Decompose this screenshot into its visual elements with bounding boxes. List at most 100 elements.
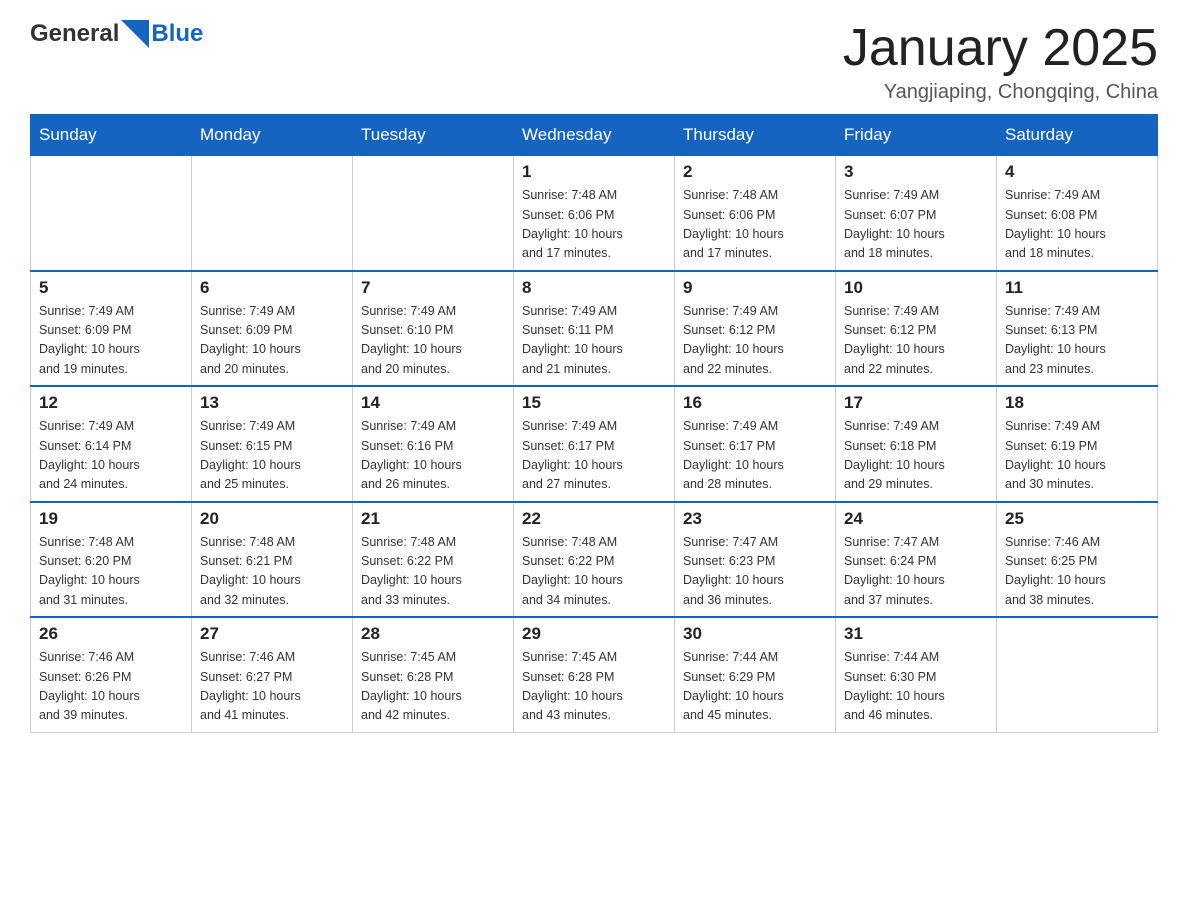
day-info: Sunrise: 7:49 AMSunset: 6:17 PMDaylight:…: [683, 417, 827, 495]
calendar-cell: 9 Sunrise: 7:49 AMSunset: 6:12 PMDaylight…: [675, 271, 836, 387]
logo-triangle-icon: [121, 20, 149, 48]
calendar-cell: [997, 617, 1158, 732]
calendar-cell: 24 Sunrise: 7:47 AMSunset: 6:24 PMDayligh…: [836, 502, 997, 618]
day-number: 2: [683, 162, 827, 182]
day-number: 24: [844, 509, 988, 529]
day-info: Sunrise: 7:48 AMSunset: 6:22 PMDaylight:…: [522, 533, 666, 611]
day-info: Sunrise: 7:49 AMSunset: 6:19 PMDaylight:…: [1005, 417, 1149, 495]
day-number: 27: [200, 624, 344, 644]
location: Yangjiaping, Chongqing, China: [843, 81, 1158, 104]
day-info: Sunrise: 7:49 AMSunset: 6:08 PMDaylight:…: [1005, 186, 1149, 264]
calendar-cell: 10Sunrise: 7:49 AMSunset: 6:12 PMDayligh…: [836, 271, 997, 387]
calendar-cell: 1 Sunrise: 7:48 AMSunset: 6:06 PMDaylight…: [514, 156, 675, 271]
calendar-cell: 23 Sunrise: 7:47 AMSunset: 6:23 PMDayligh…: [675, 502, 836, 618]
calendar-cell: 18 Sunrise: 7:49 AMSunset: 6:19 PMDayligh…: [997, 386, 1158, 502]
day-number: 15: [522, 393, 666, 413]
weekday-header-tuesday: Tuesday: [353, 115, 514, 156]
logo: General Blue: [30, 20, 203, 48]
calendar-cell: 4 Sunrise: 7:49 AMSunset: 6:08 PMDaylight…: [997, 156, 1158, 271]
calendar-week-row: 19 Sunrise: 7:48 AMSunset: 6:20 PMDayligh…: [31, 502, 1158, 618]
day-number: 12: [39, 393, 183, 413]
day-number: 18: [1005, 393, 1149, 413]
day-info: Sunrise: 7:48 AMSunset: 6:21 PMDaylight:…: [200, 533, 344, 611]
day-info: Sunrise: 7:44 AMSunset: 6:30 PMDaylight:…: [844, 648, 988, 726]
day-number: 9: [683, 278, 827, 298]
day-number: 19: [39, 509, 183, 529]
calendar-cell: 13 Sunrise: 7:49 AMSunset: 6:15 PMDayligh…: [192, 386, 353, 502]
calendar-cell: 25 Sunrise: 7:46 AMSunset: 6:25 PMDayligh…: [997, 502, 1158, 618]
calendar-cell: 17 Sunrise: 7:49 AMSunset: 6:18 PMDayligh…: [836, 386, 997, 502]
title-block: January 2025 Yangjiaping, Chongqing, Chi…: [843, 20, 1158, 104]
day-number: 4: [1005, 162, 1149, 182]
calendar-cell: 30Sunrise: 7:44 AMSunset: 6:29 PMDayligh…: [675, 617, 836, 732]
day-number: 1: [522, 162, 666, 182]
weekday-header-wednesday: Wednesday: [514, 115, 675, 156]
calendar-cell: 11 Sunrise: 7:49 AMSunset: 6:13 PMDayligh…: [997, 271, 1158, 387]
day-number: 28: [361, 624, 505, 644]
day-number: 23: [683, 509, 827, 529]
calendar-cell: 6Sunrise: 7:49 AMSunset: 6:09 PMDaylight…: [192, 271, 353, 387]
weekday-header-friday: Friday: [836, 115, 997, 156]
day-info: Sunrise: 7:49 AMSunset: 6:12 PMDaylight:…: [683, 302, 827, 380]
day-info: Sunrise: 7:49 AMSunset: 6:15 PMDaylight:…: [200, 417, 344, 495]
calendar-cell: 29 Sunrise: 7:45 AMSunset: 6:28 PMDayligh…: [514, 617, 675, 732]
day-info: Sunrise: 7:48 AMSunset: 6:06 PMDaylight:…: [683, 186, 827, 264]
day-info: Sunrise: 7:45 AMSunset: 6:28 PMDaylight:…: [522, 648, 666, 726]
day-number: 29: [522, 624, 666, 644]
calendar-cell: 27 Sunrise: 7:46 AMSunset: 6:27 PMDayligh…: [192, 617, 353, 732]
day-info: Sunrise: 7:45 AMSunset: 6:28 PMDaylight:…: [361, 648, 505, 726]
calendar-cell: 20 Sunrise: 7:48 AMSunset: 6:21 PMDayligh…: [192, 502, 353, 618]
calendar-cell: 31 Sunrise: 7:44 AMSunset: 6:30 PMDayligh…: [836, 617, 997, 732]
calendar-cell: 16 Sunrise: 7:49 AMSunset: 6:17 PMDayligh…: [675, 386, 836, 502]
day-number: 31: [844, 624, 988, 644]
calendar-cell: 3Sunrise: 7:49 AMSunset: 6:07 PMDaylight…: [836, 156, 997, 271]
logo-general: General: [30, 20, 119, 48]
weekday-header-thursday: Thursday: [675, 115, 836, 156]
calendar-week-row: 5Sunrise: 7:49 AMSunset: 6:09 PMDaylight…: [31, 271, 1158, 387]
day-number: 13: [200, 393, 344, 413]
day-info: Sunrise: 7:46 AMSunset: 6:26 PMDaylight:…: [39, 648, 183, 726]
calendar-cell: 19 Sunrise: 7:48 AMSunset: 6:20 PMDayligh…: [31, 502, 192, 618]
calendar-cell: 26 Sunrise: 7:46 AMSunset: 6:26 PMDayligh…: [31, 617, 192, 732]
day-info: Sunrise: 7:49 AMSunset: 6:18 PMDaylight:…: [844, 417, 988, 495]
day-info: Sunrise: 7:46 AMSunset: 6:27 PMDaylight:…: [200, 648, 344, 726]
day-info: Sunrise: 7:48 AMSunset: 6:06 PMDaylight:…: [522, 186, 666, 264]
day-info: Sunrise: 7:48 AMSunset: 6:22 PMDaylight:…: [361, 533, 505, 611]
calendar-cell: [192, 156, 353, 271]
day-info: Sunrise: 7:47 AMSunset: 6:24 PMDaylight:…: [844, 533, 988, 611]
calendar-cell: [31, 156, 192, 271]
calendar-cell: 22Sunrise: 7:48 AMSunset: 6:22 PMDayligh…: [514, 502, 675, 618]
day-info: Sunrise: 7:44 AMSunset: 6:29 PMDaylight:…: [683, 648, 827, 726]
day-info: Sunrise: 7:47 AMSunset: 6:23 PMDaylight:…: [683, 533, 827, 611]
weekday-header-saturday: Saturday: [997, 115, 1158, 156]
page-header: General Blue January 2025 Yangjiaping, C…: [30, 20, 1158, 104]
month-title: January 2025: [843, 20, 1158, 77]
weekday-header-monday: Monday: [192, 115, 353, 156]
day-info: Sunrise: 7:49 AMSunset: 6:14 PMDaylight:…: [39, 417, 183, 495]
day-info: Sunrise: 7:49 AMSunset: 6:09 PMDaylight:…: [200, 302, 344, 380]
day-number: 16: [683, 393, 827, 413]
day-number: 11: [1005, 278, 1149, 298]
day-info: Sunrise: 7:49 AMSunset: 6:13 PMDaylight:…: [1005, 302, 1149, 380]
calendar-week-row: 26 Sunrise: 7:46 AMSunset: 6:26 PMDayligh…: [31, 617, 1158, 732]
calendar-cell: 21 Sunrise: 7:48 AMSunset: 6:22 PMDayligh…: [353, 502, 514, 618]
day-number: 14: [361, 393, 505, 413]
day-number: 3: [844, 162, 988, 182]
day-info: Sunrise: 7:49 AMSunset: 6:10 PMDaylight:…: [361, 302, 505, 380]
calendar-week-row: 1 Sunrise: 7:48 AMSunset: 6:06 PMDaylight…: [31, 156, 1158, 271]
day-number: 21: [361, 509, 505, 529]
calendar-cell: 15Sunrise: 7:49 AMSunset: 6:17 PMDayligh…: [514, 386, 675, 502]
day-info: Sunrise: 7:48 AMSunset: 6:20 PMDaylight:…: [39, 533, 183, 611]
day-number: 25: [1005, 509, 1149, 529]
calendar-cell: 7Sunrise: 7:49 AMSunset: 6:10 PMDaylight…: [353, 271, 514, 387]
calendar-cell: 8Sunrise: 7:49 AMSunset: 6:11 PMDaylight…: [514, 271, 675, 387]
day-number: 26: [39, 624, 183, 644]
day-info: Sunrise: 7:46 AMSunset: 6:25 PMDaylight:…: [1005, 533, 1149, 611]
calendar-cell: 2 Sunrise: 7:48 AMSunset: 6:06 PMDaylight…: [675, 156, 836, 271]
calendar-cell: 14Sunrise: 7:49 AMSunset: 6:16 PMDayligh…: [353, 386, 514, 502]
day-number: 20: [200, 509, 344, 529]
day-number: 17: [844, 393, 988, 413]
calendar-cell: 12 Sunrise: 7:49 AMSunset: 6:14 PMDayligh…: [31, 386, 192, 502]
calendar-cell: 5Sunrise: 7:49 AMSunset: 6:09 PMDaylight…: [31, 271, 192, 387]
day-number: 8: [522, 278, 666, 298]
